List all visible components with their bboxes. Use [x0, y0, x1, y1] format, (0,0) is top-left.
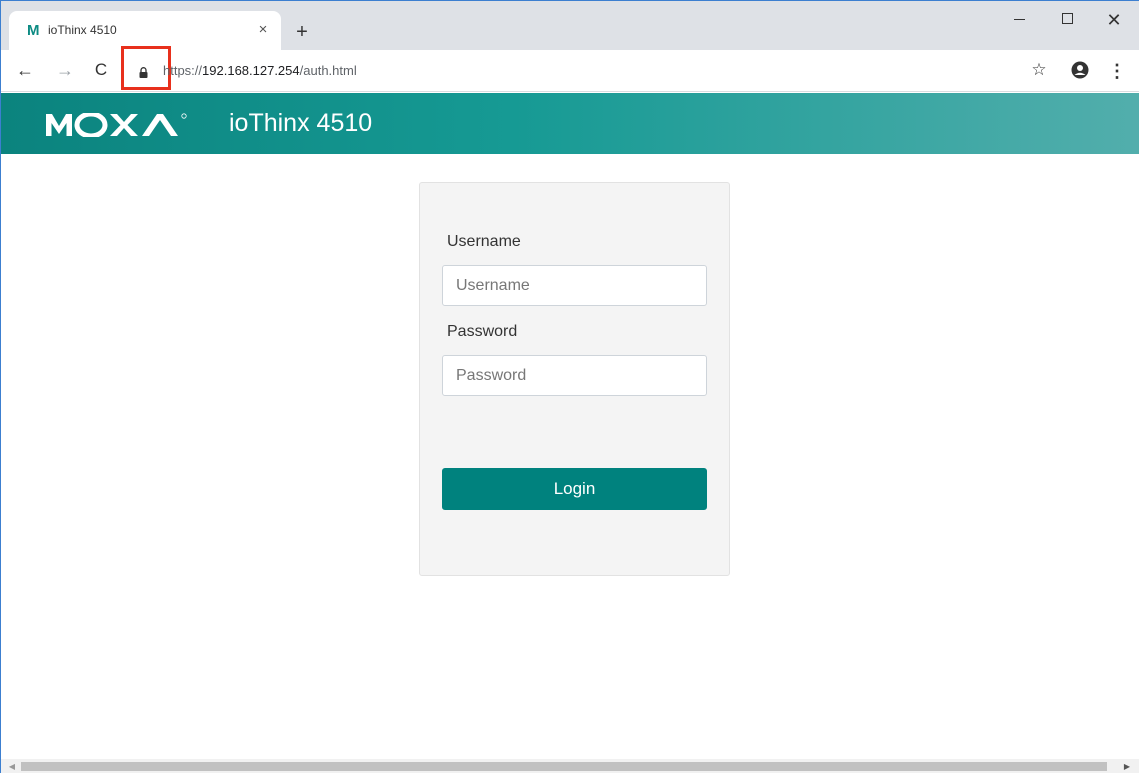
password-label: Password: [447, 323, 518, 340]
tab-strip: M ioThinx 4510 × + ✕: [1, 1, 1139, 50]
moxa-favicon-icon: M: [27, 22, 40, 39]
browser-toolbar: ← → C https://192.168.127.254/auth.html …: [1, 46, 1139, 92]
maximize-button[interactable]: [1052, 7, 1082, 33]
login-button[interactable]: Login: [442, 468, 707, 510]
moxa-logo: [46, 113, 216, 137]
back-button[interactable]: ←: [14, 59, 36, 81]
profile-icon[interactable]: [1071, 61, 1089, 79]
browser-tab[interactable]: M ioThinx 4510 ×: [9, 11, 281, 50]
lock-icon[interactable]: [139, 65, 148, 78]
tab-title: ioThinx 4510: [48, 23, 117, 37]
scroll-left-arrow-icon[interactable]: ◀: [5, 759, 19, 773]
product-name: ioThinx 4510: [229, 109, 373, 137]
address-bar[interactable]: https://192.168.127.254/auth.html: [163, 63, 357, 78]
password-input[interactable]: [442, 355, 707, 396]
url-path: /auth.html: [299, 63, 357, 78]
reload-button[interactable]: C: [90, 59, 112, 81]
username-label: Username: [447, 233, 521, 250]
scroll-right-arrow-icon[interactable]: ▶: [1120, 759, 1134, 773]
username-input[interactable]: [442, 265, 707, 306]
url-host: 192.168.127.254: [202, 63, 300, 78]
tab-close-icon[interactable]: ×: [253, 20, 273, 40]
window-close-button[interactable]: ✕: [1099, 7, 1129, 33]
minimize-icon: [1013, 19, 1025, 21]
login-card: Username Password Login: [419, 182, 730, 576]
forward-button[interactable]: →: [54, 59, 76, 81]
horizontal-scrollbar[interactable]: ◀ ▶: [1, 759, 1139, 773]
new-tab-button[interactable]: +: [291, 21, 313, 43]
url-scheme: https://: [163, 63, 203, 78]
browser-window: M ioThinx 4510 × + ✕ ← → C https://192.1…: [0, 0, 1139, 773]
minimize-button[interactable]: [1004, 7, 1034, 33]
star-icon[interactable]: ☆: [1029, 60, 1049, 80]
maximize-icon: [1061, 12, 1073, 24]
page-header: ioThinx 4510: [1, 93, 1139, 154]
menu-icon[interactable]: ⋮: [1108, 60, 1126, 82]
scrollbar-thumb[interactable]: [21, 762, 1107, 771]
